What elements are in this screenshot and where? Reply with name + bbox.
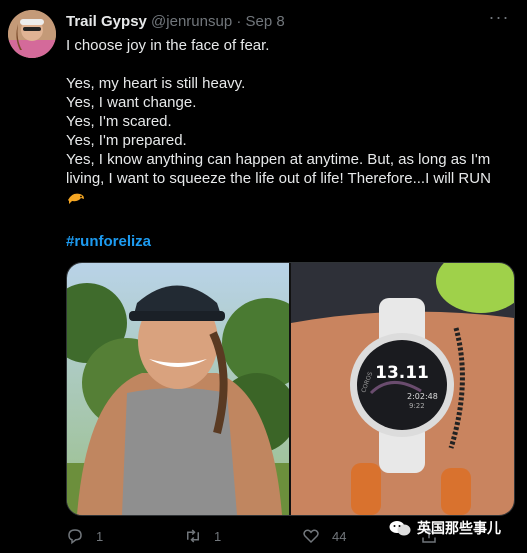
tweet-line: Yes, I know anything can happen at anyti… [66, 151, 491, 168]
watch-distance: 13.11 [375, 363, 429, 383]
tweet-line: I choose joy in the face of fear. [66, 37, 270, 54]
watch-pace: 9:22 [409, 402, 425, 410]
like-button[interactable]: 44 [302, 525, 346, 547]
hashtag-link[interactable]: #runforeliza [66, 232, 151, 251]
tweet: Trail Gypsy @jenrunsup · Sep 8 ··· I cho… [0, 0, 527, 553]
reply-button[interactable]: 1 [66, 525, 103, 547]
reply-icon [68, 529, 82, 545]
more-options-icon[interactable]: ··· [487, 8, 511, 30]
like-count: 44 [332, 528, 347, 544]
avatar[interactable] [8, 10, 56, 58]
tweet-media[interactable]: 13.11 COROS 2:02:48 9:22 [66, 262, 515, 516]
separator: · [236, 13, 242, 30]
author-name[interactable]: Trail Gypsy [66, 13, 147, 30]
tweet-line: Yes, I'm scared. [66, 113, 172, 130]
retweet-icon [187, 529, 199, 543]
watch-photo[interactable]: 13.11 COROS 2:02:48 9:22 [291, 263, 514, 515]
retweet-button[interactable]: 1 [184, 525, 221, 547]
watermark-text: 英国那些事儿 [417, 520, 501, 536]
tweet-header: Trail Gypsy @jenrunsup · Sep 8 [66, 12, 511, 32]
tweet-line: Yes, I want change. [66, 94, 197, 111]
heart-icon [303, 529, 319, 544]
retweet-count: 1 [214, 528, 222, 544]
tweet-line: living, I want to squeeze the life out o… [66, 170, 491, 187]
wechat-icon [389, 521, 411, 536]
watermark: 英国那些事儿 [389, 516, 501, 540]
tweet-line: Yes, I'm prepared. [66, 132, 187, 149]
tweet-text: I choose joy in the face of fear. Yes, m… [66, 36, 514, 211]
dolphin-emoji [66, 190, 86, 211]
tweet-line: Yes, my heart is still heavy. [66, 75, 246, 92]
author-handle[interactable]: @jenrunsup [151, 13, 232, 30]
reply-count: 1 [96, 528, 104, 544]
timestamp[interactable]: Sep 8 [246, 13, 285, 30]
watch-time: 2:02:48 [407, 392, 438, 401]
selfie-photo[interactable] [67, 263, 312, 515]
